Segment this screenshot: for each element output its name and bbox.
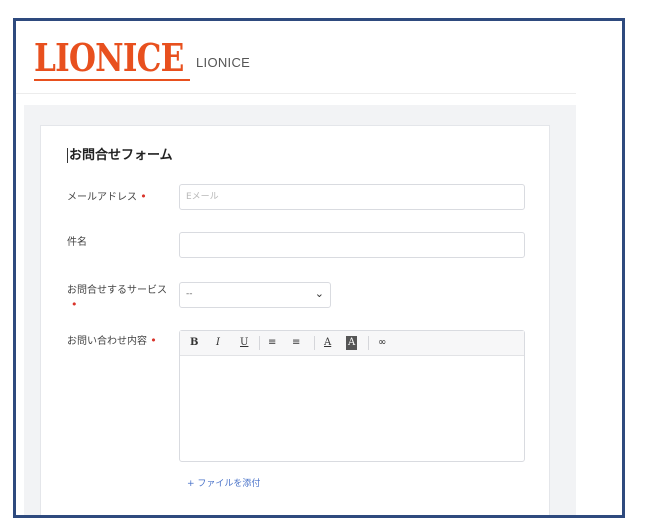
italic-button[interactable]: I [216, 336, 220, 350]
toolbar-separator [368, 336, 369, 350]
logo-mark: LIONICE [34, 35, 184, 80]
form-title: お問合せフォーム [67, 148, 173, 163]
message-label: お問い合わせ内容 • [67, 334, 157, 349]
chevron-down-icon: ⌄ [314, 287, 324, 300]
screenshot-frame: LIONICE LIONICE お問合せフォーム メールアドレス • 件名 お問… [13, 18, 625, 518]
toolbar-separator [314, 336, 315, 350]
background-color-button[interactable]: A [346, 336, 358, 350]
message-textarea[interactable] [180, 356, 524, 461]
message-editor: B I U ≡ ≡ A A ∞ [179, 330, 525, 462]
brand-name: LIONICE [196, 55, 251, 70]
site-header: LIONICE LIONICE [16, 21, 576, 93]
toolbar-separator [259, 336, 260, 350]
required-indicator: • [71, 298, 78, 311]
brand-logo[interactable]: LIONICE [34, 35, 216, 81]
required-indicator: • [150, 334, 157, 347]
required-indicator: • [140, 190, 147, 203]
bullet-list-button[interactable]: ≡ [268, 336, 276, 350]
attach-file-link[interactable]: + ファイルを添付 [187, 476, 260, 489]
numbered-list-button[interactable]: ≡ [292, 336, 300, 350]
email-input[interactable] [179, 184, 525, 210]
subject-input[interactable] [179, 232, 525, 258]
email-label-text: メールアドレス [67, 192, 137, 203]
logo-underline [34, 79, 190, 81]
underline-button[interactable]: U [240, 336, 248, 350]
subject-label: 件名 [67, 237, 87, 248]
email-label: メールアドレス • [67, 190, 147, 205]
contact-form-card: お問合せフォーム メールアドレス • 件名 お問合せするサービス • -- ⌄ … [40, 125, 550, 515]
service-select[interactable]: -- ⌄ [179, 282, 331, 308]
link-button[interactable]: ∞ [378, 336, 386, 350]
editor-toolbar: B I U ≡ ≡ A A ∞ [180, 331, 524, 356]
message-label-text: お問い合わせ内容 [67, 336, 147, 347]
bold-button[interactable]: B [190, 336, 198, 350]
service-label-text: お問合せするサービス [67, 285, 167, 296]
font-color-button[interactable]: A [324, 336, 331, 350]
service-label: お問合せするサービス • [67, 284, 177, 313]
service-selected-value: -- [186, 289, 193, 299]
header-divider [16, 93, 576, 94]
